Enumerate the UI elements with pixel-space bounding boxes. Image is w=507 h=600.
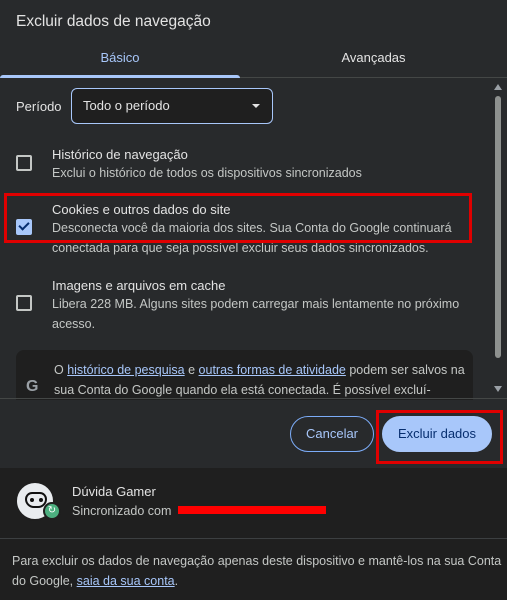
footer-divider <box>0 398 507 399</box>
scroll-up-arrow[interactable] <box>494 84 502 90</box>
tab-basic[interactable]: Básico <box>0 44 240 78</box>
chevron-down-icon <box>252 104 260 108</box>
search-history-link[interactable]: histórico de pesquisa <box>67 363 184 377</box>
period-select[interactable]: Todo o período <box>71 88 273 124</box>
tab-bar: Básico Avançadas <box>0 44 507 78</box>
option-title: Imagens e arquivos em cache <box>52 278 226 293</box>
period-select-value: Todo o período <box>83 98 170 113</box>
google-activity-info-card: G O histórico de pesquisa e outras forma… <box>16 350 473 400</box>
footnote-end: . <box>174 574 179 588</box>
scroll-down-arrow[interactable] <box>494 386 502 392</box>
option-description: Exclui o histórico de todos os dispositi… <box>52 166 362 180</box>
avatar-detail <box>30 498 34 502</box>
dialog-title: Excluir dados de navegação <box>16 13 211 30</box>
redaction-bar <box>178 506 326 514</box>
account-section: ↻ Dúvida Gamer Sincronizado com Para exc… <box>0 468 507 600</box>
info-prefix: O <box>54 363 68 377</box>
cancel-button[interactable]: Cancelar <box>290 416 374 452</box>
period-label: Período <box>16 99 62 114</box>
tab-advanced[interactable]: Avançadas <box>240 44 507 77</box>
avatar-detail <box>39 498 43 502</box>
sync-icon: ↻ <box>43 502 61 520</box>
sign-out-link[interactable]: saia da sua conta <box>77 574 175 588</box>
option-description: Libera 228 MB. Alguns sites podem carreg… <box>52 297 460 331</box>
clear-browsing-data-dialog: Excluir dados de navegação Básico Avança… <box>0 0 507 600</box>
annotation-highlight-cookies <box>4 193 472 243</box>
account-name: Dúvida Gamer <box>72 484 156 499</box>
sync-status: Sincronizado com <box>72 504 172 518</box>
option-title: Histórico de navegação <box>52 147 188 162</box>
google-g-icon: G <box>26 378 39 395</box>
annotation-highlight-delete <box>376 410 503 464</box>
info-mid: e <box>184 363 199 377</box>
info-text: O histórico de pesquisa e outras formas … <box>54 360 472 400</box>
account-divider <box>0 538 507 539</box>
other-activity-link[interactable]: outras formas de atividade <box>199 363 346 377</box>
checkbox-browsing-history[interactable] <box>16 155 32 171</box>
sign-out-footnote: Para excluir os dados de navegação apena… <box>12 551 502 591</box>
scrollbar-thumb[interactable] <box>495 96 501 358</box>
checkbox-cache[interactable] <box>16 295 32 311</box>
